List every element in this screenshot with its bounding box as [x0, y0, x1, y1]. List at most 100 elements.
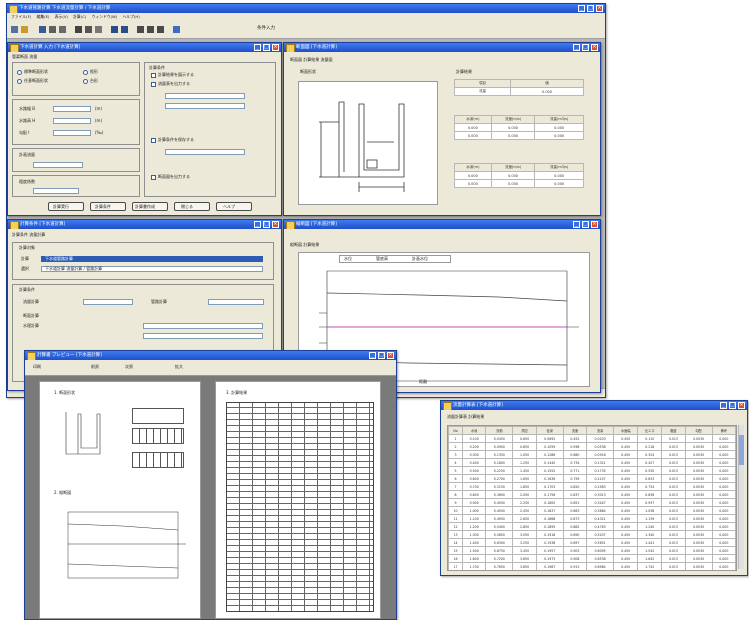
close-dialog-button[interactable]: 閉じる — [174, 202, 210, 211]
profile-maximize-button[interactable]: □ — [582, 221, 589, 228]
cut-icon[interactable] — [75, 26, 82, 33]
table-row[interactable]: 10 1.000 0.4500 2.450 0.1837 0.863 0.3884 0.450… — [448, 506, 736, 515]
table-row[interactable]: 12 1.200 0.5400 2.850 0.1895 0.882 0.4763 0.450… — [448, 522, 736, 531]
settings-tab[interactable]: 計算条件 流量計算 — [12, 232, 45, 237]
condition-button[interactable]: 計算条件 — [90, 202, 126, 211]
option-checkbox-4[interactable] — [151, 175, 156, 180]
option-checkbox-1[interactable] — [151, 73, 156, 78]
menu-view[interactable]: 表示(V) — [55, 14, 68, 19]
report-maximize-button[interactable]: □ — [378, 352, 385, 359]
minimize-button[interactable]: _ — [578, 5, 585, 12]
menu-calc[interactable]: 計算(C) — [73, 14, 86, 19]
table-scrollbar[interactable] — [738, 425, 744, 569]
menu-edit[interactable]: 編集(E) — [37, 14, 50, 19]
table-row[interactable]: 9 0.900 0.4050 2.250 0.1800 0.851 0.3447 0.450 0… — [448, 498, 736, 507]
table-row[interactable]: 11 1.100 0.4950 2.650 0.1868 0.873 0.4321 0.450… — [448, 514, 736, 523]
table-row[interactable]: 8 0.800 0.3600 2.050 0.1756 0.837 0.3013 0.450 0… — [448, 490, 736, 499]
report-next-button[interactable]: 次頁 — [125, 364, 133, 369]
profile-tab[interactable]: 縦断図 計算結果 — [290, 242, 319, 247]
table-row[interactable]: 14 1.400 0.6300 3.250 0.1938 0.897 0.5651 0.450… — [448, 538, 736, 547]
target-group: 計算対象 計算 下水道管路計算 選択 下水道計算 流量計算 / 管路計算 — [12, 242, 274, 280]
table-tab[interactable]: 流量計算表 計算結果 — [447, 414, 484, 419]
condition-select-3[interactable] — [143, 323, 263, 329]
report-close-button[interactable]: × — [387, 352, 394, 359]
section-tab[interactable]: 断面図 計算結果 流量図 — [290, 57, 333, 62]
input-minimize-button[interactable]: _ — [254, 44, 261, 51]
input-maximize-button[interactable]: □ — [263, 44, 270, 51]
print-icon[interactable] — [49, 26, 56, 33]
calculate-button[interactable]: 計算実行 — [48, 202, 84, 211]
option-input-1[interactable] — [165, 93, 245, 99]
height-input[interactable] — [53, 118, 91, 124]
input-close-button[interactable]: × — [272, 44, 279, 51]
flow-input[interactable] — [33, 162, 83, 168]
table-row[interactable]: 13 1.300 0.5850 3.050 0.1918 0.890 0.5207 0.450… — [448, 530, 736, 539]
table-scrollbar-thumb[interactable] — [739, 435, 744, 465]
help-icon[interactable] — [173, 26, 180, 33]
slope-input[interactable] — [53, 130, 91, 136]
table-close-button[interactable]: × — [738, 402, 745, 409]
table-maximize-button[interactable]: □ — [729, 402, 736, 409]
section-minimize-button[interactable]: _ — [573, 44, 580, 51]
input-tab[interactable]: 管渠断面 流量 — [12, 54, 37, 59]
option-input-3[interactable] — [165, 149, 245, 155]
standard-shape-radio[interactable] — [17, 70, 22, 75]
copy-icon[interactable] — [85, 26, 92, 33]
report-zoom-button[interactable]: 拡大 — [175, 364, 183, 369]
table-row[interactable]: 3 0.300 0.1350 1.050 0.1286 0.680 0.0918 0.450 0… — [448, 450, 736, 459]
table-row[interactable]: 7 0.700 0.3150 1.850 0.1703 0.820 0.2583 0.450 0… — [448, 482, 736, 491]
new-icon[interactable] — [11, 26, 18, 33]
section-maximize-button[interactable]: □ — [582, 44, 589, 51]
target-select-highlighted[interactable] — [41, 256, 263, 262]
option-checkbox-3[interactable] — [151, 138, 156, 143]
settings-maximize-button[interactable]: □ — [263, 221, 270, 228]
table-row[interactable]: 6 0.600 0.2700 1.650 0.1636 0.799 0.2157 0.450 0… — [448, 474, 736, 483]
legend-pipe-bottom: 管底高 — [376, 256, 388, 261]
profile-minimize-button[interactable]: _ — [573, 221, 580, 228]
trapezoid-radio[interactable] — [83, 79, 88, 84]
table-row[interactable]: 5 0.500 0.2250 1.450 0.1552 0.771 0.1735 0.450 0… — [448, 466, 736, 475]
chart-icon[interactable] — [147, 26, 154, 33]
settings-minimize-button[interactable]: _ — [254, 221, 261, 228]
table-icon[interactable] — [157, 26, 164, 33]
menu-file[interactable]: ファイル(F) — [11, 14, 31, 19]
condition-select-2[interactable] — [208, 299, 264, 305]
calc-icon[interactable] — [137, 26, 144, 33]
option-checkbox-2[interactable] — [151, 82, 156, 87]
condition-select-1[interactable] — [83, 299, 133, 305]
menu-window[interactable]: ウィンドウ(W) — [92, 14, 118, 19]
redo-icon[interactable] — [121, 26, 128, 33]
toolbar-condition-button[interactable]: 条件入力 — [257, 25, 275, 31]
paste-icon[interactable] — [95, 26, 102, 33]
table-row[interactable]: 4 0.400 0.1800 1.250 0.1440 0.734 0.1321 0.450 0… — [448, 458, 736, 467]
report-minimize-button[interactable]: _ — [369, 352, 376, 359]
coef-input[interactable] — [33, 188, 79, 194]
table-row[interactable]: 17 1.700 0.7650 3.850 0.1987 0.913 0.6984 0.450… — [448, 562, 736, 570]
rect-radio[interactable] — [83, 70, 88, 75]
table-row[interactable]: 16 1.600 0.7200 3.650 0.1973 0.908 0.6538 0.450… — [448, 554, 736, 563]
condition-select-4[interactable] — [143, 333, 263, 339]
table-cell: 1.800 — [463, 571, 486, 572]
close-button[interactable]: × — [596, 5, 603, 12]
profile-close-button[interactable]: × — [591, 221, 598, 228]
open-icon[interactable] — [21, 26, 28, 33]
table-minimize-button[interactable]: _ — [720, 402, 727, 409]
save-icon[interactable] — [39, 26, 46, 33]
report-button[interactable]: 計算書作成 — [132, 202, 168, 211]
menu-help[interactable]: ヘルプ(H) — [122, 14, 139, 19]
settings-close-button[interactable]: × — [272, 221, 279, 228]
table-row[interactable]: 2 0.200 0.0900 0.850 0.1059 0.598 0.0538 0.450 0… — [448, 442, 736, 451]
width-input[interactable] — [53, 106, 91, 112]
preview-icon[interactable] — [59, 26, 66, 33]
undo-icon[interactable] — [111, 26, 118, 33]
table-row[interactable]: 181.8000.81004.0500.20000.9170.74280.450… — [449, 571, 736, 572]
table-row[interactable]: 15 1.500 0.6750 3.450 0.1957 0.903 0.6095 0.450… — [448, 546, 736, 555]
option-input-2[interactable] — [165, 103, 245, 109]
help-button[interactable]: ヘルプ — [216, 202, 252, 211]
report-prev-button[interactable]: 前頁 — [91, 364, 99, 369]
maximize-button[interactable]: □ — [587, 5, 594, 12]
custom-shape-radio[interactable] — [17, 79, 22, 84]
report-print-button[interactable]: 印刷 — [33, 364, 41, 369]
table-row[interactable]: 1 0.100 0.0450 0.650 0.0692 0.452 0.0203 0.450 0… — [448, 434, 736, 443]
section-close-button[interactable]: × — [591, 44, 598, 51]
